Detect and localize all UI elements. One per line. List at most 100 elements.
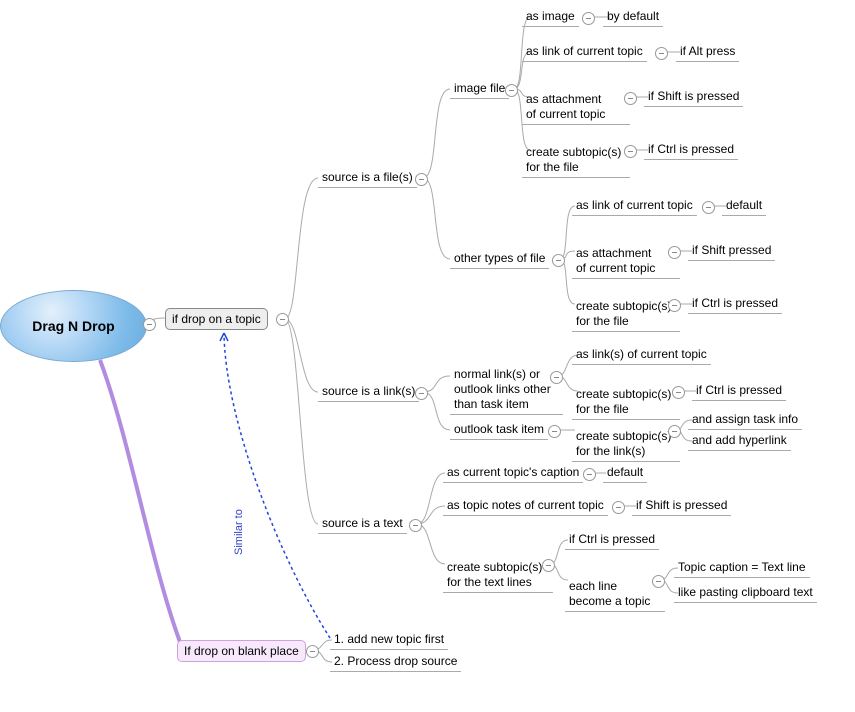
- node-drop-on-topic[interactable]: if drop on a topic: [165, 308, 268, 330]
- root-label: Drag N Drop: [32, 318, 114, 334]
- toggle-img-subtopic[interactable]: [624, 145, 637, 158]
- node-img-as-link-cond[interactable]: if Alt press: [676, 42, 739, 62]
- node-ot-subtopic[interactable]: create subtopic(s) for the link(s): [572, 412, 680, 462]
- toggle-drop-on-topic[interactable]: [276, 313, 289, 326]
- label-txt-caption-cond: default: [607, 465, 643, 479]
- toggle-txt-caption[interactable]: [583, 468, 596, 481]
- label-blank-step1: 1. add new topic first: [334, 632, 444, 646]
- node-txt-notes[interactable]: as topic notes of current topic: [443, 496, 608, 516]
- label-normal-link: normal link(s) or outlook links other th…: [454, 367, 551, 411]
- label-source-link: source is a link(s): [322, 384, 415, 398]
- label-ot-hyperlink: and add hyperlink: [692, 433, 787, 447]
- label-img-as-link: as link of current topic: [526, 44, 643, 58]
- node-blank-step2[interactable]: 2. Process drop source: [330, 652, 461, 672]
- node-txt-notes-cond[interactable]: if Shift is pressed: [632, 496, 731, 516]
- label-other-subtopic-cond: if Ctrl is pressed: [692, 296, 778, 310]
- toggle-img-as-image[interactable]: [582, 12, 595, 25]
- label-other-file: other types of file: [454, 251, 545, 265]
- toggle-other-as-attach[interactable]: [668, 246, 681, 259]
- node-blank-step1[interactable]: 1. add new topic first: [330, 630, 448, 650]
- root-node[interactable]: Drag N Drop: [0, 290, 147, 362]
- toggle-txt-sub-each[interactable]: [652, 575, 665, 588]
- label-outlook-task: outlook task item: [454, 422, 544, 436]
- toggle-root[interactable]: [143, 318, 156, 331]
- node-txt-sub-each[interactable]: each line become a topic: [565, 562, 665, 612]
- toggle-txt-subtopic[interactable]: [542, 559, 555, 572]
- node-img-subtopic[interactable]: create subtopic(s) for the file: [522, 128, 630, 178]
- label-source-file: source is a file(s): [322, 170, 413, 184]
- node-other-as-link-cond[interactable]: default: [722, 196, 766, 216]
- node-other-as-attach[interactable]: as attachment of current topic: [572, 229, 680, 279]
- node-txt-caption[interactable]: as current topic's caption: [443, 463, 583, 483]
- node-other-subtopic-cond[interactable]: if Ctrl is pressed: [688, 294, 782, 314]
- node-img-as-link[interactable]: as link of current topic: [522, 42, 647, 62]
- label-other-subtopic: create subtopic(s) for the file: [576, 299, 671, 328]
- toggle-nl-subtopic[interactable]: [672, 386, 685, 399]
- label-image-file: image file: [454, 81, 505, 95]
- node-txt-each-caption[interactable]: Topic caption = Text line: [674, 558, 810, 578]
- node-other-subtopic[interactable]: create subtopic(s) for the file: [572, 282, 680, 332]
- node-txt-subtopic[interactable]: create subtopic(s) for the text lines: [443, 543, 553, 593]
- toggle-ot-subtopic[interactable]: [668, 425, 681, 438]
- label-other-as-attach: as attachment of current topic: [576, 246, 655, 275]
- node-nl-subtopic-cond[interactable]: if Ctrl is pressed: [692, 381, 786, 401]
- label-txt-caption: as current topic's caption: [447, 465, 579, 479]
- label-drop-on-blank: If drop on blank place: [184, 644, 299, 658]
- label-other-as-link: as link of current topic: [576, 198, 693, 212]
- toggle-other-file[interactable]: [552, 254, 565, 267]
- toggle-txt-notes[interactable]: [612, 501, 625, 514]
- node-img-as-image[interactable]: as image: [522, 7, 579, 27]
- node-img-as-attach[interactable]: as attachment of current topic: [522, 75, 630, 125]
- label-img-subtopic-cond: if Ctrl is pressed: [648, 142, 734, 156]
- toggle-image-file[interactable]: [505, 84, 518, 97]
- node-txt-sub-ctrl[interactable]: if Ctrl is pressed: [565, 530, 659, 550]
- node-drop-on-blank[interactable]: If drop on blank place: [177, 640, 306, 662]
- label-txt-sub-ctrl: if Ctrl is pressed: [569, 532, 655, 546]
- node-txt-caption-cond[interactable]: default: [603, 463, 647, 483]
- label-ot-assign: and assign task info: [692, 412, 798, 426]
- label-txt-notes: as topic notes of current topic: [447, 498, 604, 512]
- label-img-subtopic: create subtopic(s) for the file: [526, 145, 621, 174]
- toggle-source-file[interactable]: [415, 173, 428, 186]
- node-source-file[interactable]: source is a file(s): [318, 168, 417, 188]
- toggle-drop-on-blank[interactable]: [306, 645, 319, 658]
- label-img-as-link-cond: if Alt press: [680, 44, 735, 58]
- node-txt-each-paste[interactable]: like pasting clipboard text: [674, 583, 817, 603]
- node-source-text[interactable]: source is a text: [318, 514, 407, 534]
- label-other-as-link-cond: default: [726, 198, 762, 212]
- node-ot-assign[interactable]: and assign task info: [688, 410, 802, 430]
- toggle-outlook-task[interactable]: [548, 425, 561, 438]
- label-source-text: source is a text: [322, 516, 403, 530]
- toggle-img-as-attach[interactable]: [624, 92, 637, 105]
- node-img-subtopic-cond[interactable]: if Ctrl is pressed: [644, 140, 738, 160]
- node-source-link[interactable]: source is a link(s): [318, 382, 419, 402]
- toggle-source-text[interactable]: [409, 519, 422, 532]
- toggle-other-subtopic[interactable]: [668, 299, 681, 312]
- toggle-other-as-link[interactable]: [702, 201, 715, 214]
- label-other-as-attach-cond: if Shift pressed: [692, 243, 771, 257]
- node-image-file[interactable]: image file: [450, 79, 509, 99]
- node-other-as-attach-cond[interactable]: if Shift pressed: [688, 241, 775, 261]
- label-txt-each-caption: Topic caption = Text line: [678, 560, 806, 574]
- toggle-source-link[interactable]: [415, 387, 428, 400]
- label-drop-on-topic: if drop on a topic: [172, 312, 261, 326]
- node-other-file[interactable]: other types of file: [450, 249, 549, 269]
- node-normal-link[interactable]: normal link(s) or outlook links other th…: [450, 350, 563, 415]
- label-img-as-attach-cond: if Shift is pressed: [648, 89, 739, 103]
- node-ot-hyperlink[interactable]: and add hyperlink: [688, 431, 791, 451]
- label-txt-notes-cond: if Shift is pressed: [636, 498, 727, 512]
- label-ot-subtopic: create subtopic(s) for the link(s): [576, 429, 671, 458]
- label-blank-step2: 2. Process drop source: [334, 654, 457, 668]
- label-img-as-attach: as attachment of current topic: [526, 92, 605, 121]
- label-img-as-image-cond: by default: [607, 9, 659, 23]
- toggle-normal-link[interactable]: [550, 371, 563, 384]
- label-txt-sub-each: each line become a topic: [569, 579, 650, 608]
- node-nl-as-link[interactable]: as link(s) of current topic: [572, 345, 711, 365]
- node-other-as-link[interactable]: as link of current topic: [572, 196, 697, 216]
- node-img-as-attach-cond[interactable]: if Shift is pressed: [644, 87, 743, 107]
- node-outlook-task[interactable]: outlook task item: [450, 420, 548, 440]
- toggle-img-as-link[interactable]: [655, 47, 668, 60]
- relationship-label: Similar to: [233, 509, 245, 555]
- node-img-as-image-cond[interactable]: by default: [603, 7, 663, 27]
- label-img-as-image: as image: [526, 9, 575, 23]
